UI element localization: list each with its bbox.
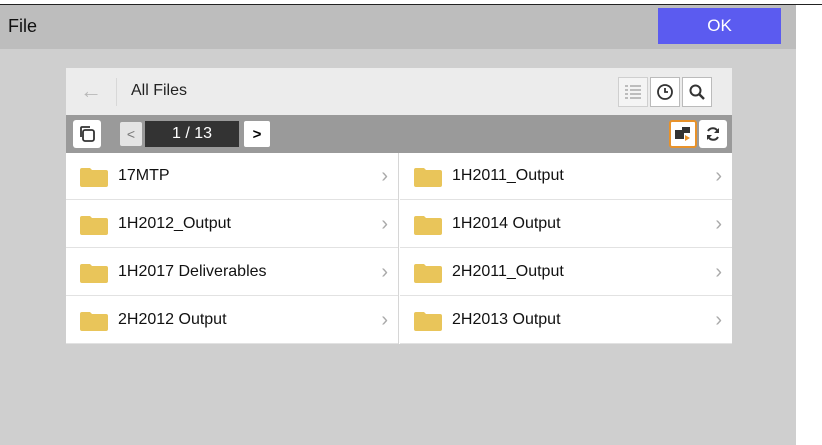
folder-icon: [80, 168, 108, 187]
chevron-right-icon: ›: [715, 165, 722, 187]
list-item[interactable]: 1H2017 Deliverables ›: [66, 249, 398, 296]
folder-icon: [80, 312, 108, 331]
list-view-button[interactable]: [618, 77, 648, 107]
list-item[interactable]: 17MTP ›: [66, 153, 398, 200]
folder-name: 1H2017 Deliverables: [118, 263, 267, 280]
header-divider: [116, 78, 117, 106]
file-browser-panel: ← All Files < 1 / 13 > 17MTP › 1H2011_Ou…: [66, 68, 732, 344]
arrow-left-icon[interactable]: ←: [80, 80, 104, 102]
list-item[interactable]: 1H2011_Output ›: [400, 153, 732, 200]
ok-button[interactable]: OK: [658, 8, 781, 44]
list-view-icon: [625, 85, 641, 99]
list-item[interactable]: 2H2013 Output ›: [400, 297, 732, 344]
folder-name: 1H2014 Output: [452, 215, 561, 232]
chevron-right-icon: ›: [381, 261, 388, 283]
file-dialog: File OK ← All Files < 1 / 13 > 17MTP › 1…: [0, 5, 796, 445]
folder-name: 1H2012_Output: [118, 215, 231, 232]
list-item[interactable]: 1H2014 Output ›: [400, 201, 732, 248]
list-item[interactable]: 2H2011_Output ›: [400, 249, 732, 296]
current-path: All Files: [131, 82, 188, 99]
browser-header: ← All Files: [66, 68, 732, 115]
column-divider: [398, 153, 399, 344]
chevron-right-icon: ›: [381, 309, 388, 331]
list-item[interactable]: 1H2012_Output ›: [66, 201, 398, 248]
folder-name: 17MTP: [118, 167, 170, 184]
folder-icon: [414, 312, 442, 331]
folder-icon: [80, 216, 108, 235]
refresh-icon: [707, 127, 719, 141]
chevron-right-icon: ›: [715, 213, 722, 235]
next-page-button[interactable]: >: [244, 121, 270, 147]
folder-name: 2H2011_Output: [452, 263, 564, 280]
page-indicator: 1 / 13: [145, 121, 239, 147]
search-button[interactable]: [682, 77, 712, 107]
copy-icon: [80, 126, 95, 142]
folder-icon: [414, 168, 442, 187]
folder-icon: [414, 264, 442, 283]
folder-grid: 17MTP › 1H2011_Output › 1H2012_Output › …: [66, 153, 732, 344]
folder-name: 2H2012 Output: [118, 311, 227, 328]
clock-icon: [657, 84, 673, 100]
view-tools: [618, 77, 714, 107]
refresh-button[interactable]: [699, 120, 727, 148]
chevron-right-icon: ›: [715, 261, 722, 283]
chevron-right-icon: ›: [381, 213, 388, 235]
recent-button[interactable]: [650, 77, 680, 107]
dialog-title: File: [8, 16, 38, 36]
move-icon: [675, 127, 690, 141]
folder-name: 2H2013 Output: [452, 311, 561, 328]
search-icon: [689, 84, 705, 100]
folder-icon: [80, 264, 108, 283]
list-item[interactable]: 2H2012 Output ›: [66, 297, 398, 344]
copy-button[interactable]: [73, 120, 101, 148]
folder-icon: [414, 216, 442, 235]
prev-page-button[interactable]: <: [120, 122, 142, 146]
chevron-right-icon: ›: [381, 165, 388, 187]
title-bar: File OK: [0, 5, 796, 49]
folder-name: 1H2011_Output: [452, 167, 564, 184]
move-button[interactable]: [669, 120, 697, 148]
chevron-right-icon: ›: [715, 309, 722, 331]
pagination-bar: < 1 / 13 >: [66, 115, 732, 153]
